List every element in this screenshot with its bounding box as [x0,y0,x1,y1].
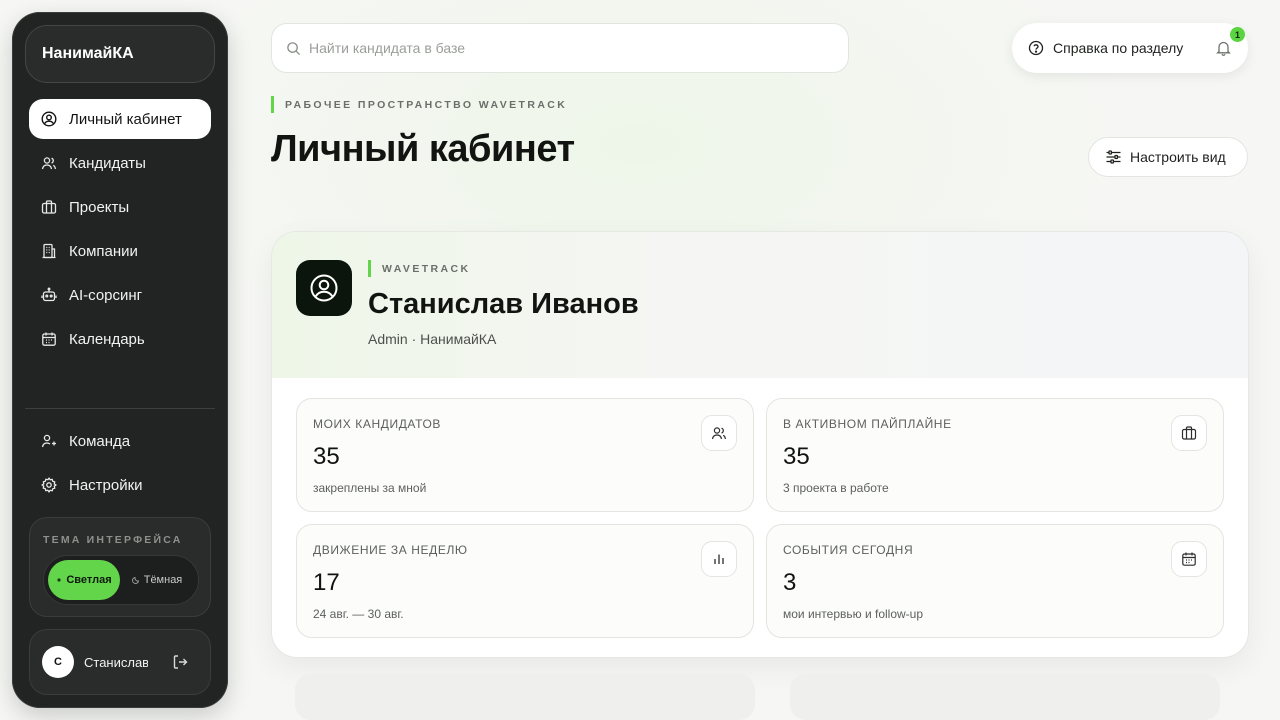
sidebar-item-calendar[interactable]: Календарь [29,319,211,359]
stat-events-today: СОБЫТИЯ СЕГОДНЯ 3 мои интервью и follow-… [766,524,1224,638]
stat-value: 3 [783,569,797,596]
sidebar-item-profile[interactable]: Личный кабинет [29,99,211,139]
sidebar-item-companies[interactable]: Компании [29,231,211,271]
bell-icon[interactable] [1216,40,1231,56]
building-icon [41,243,57,259]
sidebar-item-team[interactable]: Команда [29,421,211,461]
avatar: С [42,646,74,678]
sidebar-item-label: Команда [69,432,131,450]
help-button[interactable]: Справка по разделу [1053,40,1183,56]
sidebar-item-label: Проекты [69,198,130,216]
gear-icon [41,477,57,493]
profile-role: Admin · НанимайКА [368,331,497,347]
stat-my-candidates: МОИХ КАНДИДАТОВ 35 закреплены за мной [296,398,754,512]
help-icon [1028,40,1044,56]
user-circle-icon [41,111,57,127]
sidebar-item-label: Компании [69,242,138,260]
profile-name: Станислав Иванов [368,288,639,320]
user-name: Станислав Иванов [84,654,148,670]
stat-label: В АКТИВНОМ ПАЙПЛАЙНЕ [783,417,952,431]
search-input[interactable] [309,40,809,56]
sun-icon [56,577,62,583]
sidebar-divider [25,408,215,409]
sidebar-item-label: Настройки [69,476,143,494]
stat-label: ДВИЖЕНИЕ ЗА НЕДЕЛЮ [313,543,468,557]
next-card-placeholder [295,674,755,720]
stat-label: МОИХ КАНДИДАТОВ [313,417,442,431]
stat-subtext: закреплены за мной [313,481,427,495]
profile-header: WAVETRACK Станислав Иванов Admin · Наним… [272,232,1248,378]
logout-icon [170,652,190,672]
stat-label: СОБЫТИЯ СЕГОДНЯ [783,543,914,557]
sidebar-item-label: Кандидаты [69,154,146,172]
briefcase-icon [1171,415,1207,451]
sliders-icon [1105,149,1122,165]
next-card-placeholder [790,674,1220,720]
calendar-icon [41,331,57,347]
theme-light-button[interactable]: Светлая [48,560,120,600]
users-icon [701,415,737,451]
logout-button[interactable] [170,652,190,672]
customize-view-button[interactable]: Настроить вид [1088,137,1248,177]
sidebar: НанимайКА Личный кабинет Кандидаты Проек… [12,12,228,708]
bar-chart-icon [701,541,737,577]
search-bar [271,23,849,73]
stat-subtext: 3 проекта в работе [783,481,889,495]
profile-eyebrow: WAVETRACK [368,260,471,277]
brand-logo[interactable]: НанимайКА [25,25,215,83]
robot-icon [41,287,57,303]
page-title: Личный кабинет [271,128,575,170]
stat-value: 35 [783,443,810,470]
workspace-eyebrow: РАБОЧЕЕ ПРОСТРАНСТВО WAVETRACK [271,96,567,113]
sidebar-item-ai-sourcing[interactable]: AI-сорсинг [29,275,211,315]
sidebar-item-label: Календарь [69,330,145,348]
stat-subtext: мои интервью и follow-up [783,607,924,621]
profile-card: WAVETRACK Станислав Иванов Admin · Наним… [271,231,1249,658]
stat-subtext: 24 авг. — 30 авг. [313,607,404,621]
stat-active-pipeline: В АКТИВНОМ ПАЙПЛАЙНЕ 35 3 проекта в рабо… [766,398,1224,512]
theme-dark-label: Тёмная [143,574,183,586]
profile-avatar [296,260,352,316]
theme-toggle: Светлая Тёмная [43,555,199,605]
users-icon [41,155,57,171]
briefcase-icon [41,199,57,215]
theme-title: ТЕМА ИНТЕРФЕЙСА [43,534,183,546]
sidebar-item-label: AI-сорсинг [69,286,143,304]
notification-badge: 1 [1230,27,1245,42]
sidebar-item-settings[interactable]: Настройки [29,465,211,505]
search-icon [286,41,301,56]
sidebar-item-candidates[interactable]: Кандидаты [29,143,211,183]
calendar-icon [1171,541,1207,577]
sidebar-item-projects[interactable]: Проекты [29,187,211,227]
secondary-nav: Команда Настройки [29,421,211,509]
sidebar-item-label: Личный кабинет [69,110,182,128]
theme-light-label: Светлая [66,574,112,586]
stat-value: 35 [313,443,340,470]
customize-view-label: Настроить вид [1130,149,1226,165]
team-icon [41,433,57,449]
user-card[interactable]: С Станислав Иванов [29,629,211,695]
main-nav: Личный кабинет Кандидаты Проекты Компани… [29,99,211,363]
stat-weekly-movement: ДВИЖЕНИЕ ЗА НЕДЕЛЮ 17 24 авг. — 30 авг. [296,524,754,638]
user-circle-icon [309,273,339,303]
stat-value: 17 [313,569,340,596]
theme-switcher: ТЕМА ИНТЕРФЕЙСА Светлая Тёмная [29,517,211,617]
theme-dark-button[interactable]: Тёмная [120,560,194,600]
moon-icon [131,576,140,584]
help-pill: Справка по разделу 1 [1012,23,1248,73]
